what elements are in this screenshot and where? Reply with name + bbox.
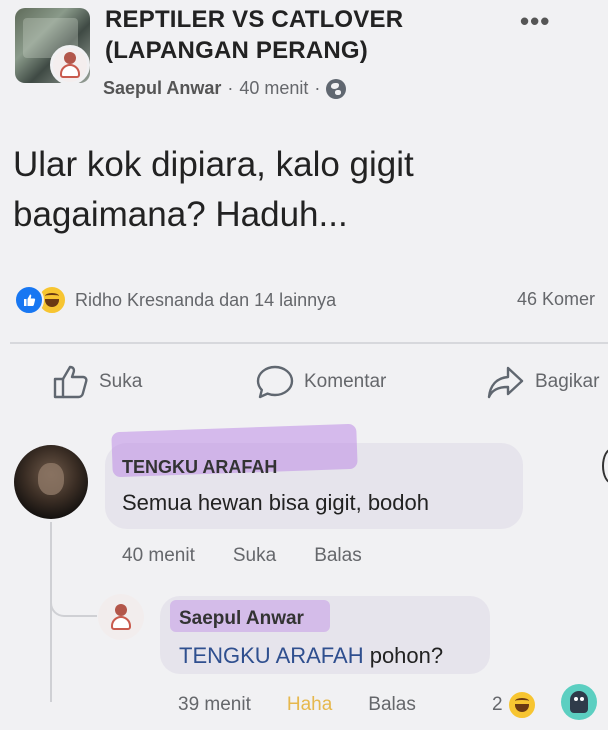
group-name[interactable]: REPTILER VS CATLOVER (LAPANGAN PERANG) xyxy=(105,4,403,66)
thread-line xyxy=(50,522,52,702)
group-name-line1[interactable]: REPTILER VS CATLOVER xyxy=(105,4,403,35)
share-label: Bagikar xyxy=(535,371,600,392)
reply-author-name[interactable]: Saepul Anwar xyxy=(179,608,304,630)
post-meta: Saepul Anwar · 40 menit · xyxy=(103,78,347,99)
thumbs-up-icon xyxy=(53,365,88,399)
reply-text: TENGKU ARAFAH pohon? xyxy=(179,643,443,669)
share-icon xyxy=(487,366,524,399)
haha-icon xyxy=(506,690,537,720)
reply-time[interactable]: 39 menit xyxy=(178,694,251,716)
comment-like-button[interactable]: Suka xyxy=(233,545,276,567)
person-icon xyxy=(108,603,134,631)
comment-text: Semua hewan bisa gigit, bodoh xyxy=(122,490,429,515)
reply-reply-button[interactable]: Balas xyxy=(368,694,416,716)
person-icon xyxy=(57,51,83,79)
post-text: Ular kok dipiara, kalo gigit bagaimana? … xyxy=(13,145,414,234)
reply-text-body: pohon? xyxy=(363,643,444,668)
reaction-names[interactable]: Ridho Kresnanda dan 14 lainnya xyxy=(75,290,336,311)
thread-branch xyxy=(50,580,97,617)
comment-label: Komentar xyxy=(304,371,387,392)
post-time[interactable]: 40 menit xyxy=(239,78,308,99)
like-label: Suka xyxy=(99,371,143,392)
share-button[interactable]: Bagikar xyxy=(486,364,599,400)
reply-actions: 39 menit Haha Balas xyxy=(178,694,416,716)
meta-separator: · xyxy=(227,78,234,98)
commenter-name[interactable]: TENGKU ARAFAH xyxy=(122,457,277,478)
globe-icon xyxy=(326,78,347,99)
edge-circle xyxy=(602,448,608,484)
comment-time[interactable]: 40 menit xyxy=(122,545,195,567)
comment-count[interactable]: 46 Komer xyxy=(517,289,595,310)
reaction-summary[interactable]: Ridho Kresnanda dan 14 lainnya xyxy=(14,285,336,315)
comment-icon xyxy=(256,365,294,399)
like-button[interactable]: Suka xyxy=(52,364,142,400)
comment-button[interactable]: Komentar xyxy=(255,364,386,400)
app-logo-icon xyxy=(561,684,597,720)
reply-reaction-button[interactable]: Haha xyxy=(287,694,332,716)
reply-avatar[interactable] xyxy=(98,594,144,640)
reply-reaction-count-value: 2 xyxy=(492,694,503,715)
meta-separator: · xyxy=(314,78,321,98)
more-options-icon[interactable]: ••• xyxy=(520,6,550,37)
group-name-line2[interactable]: (LAPANGAN PERANG) xyxy=(105,35,403,66)
author-avatar[interactable] xyxy=(50,45,90,85)
like-icon xyxy=(14,285,44,315)
comment-reply-button[interactable]: Balas xyxy=(314,545,362,567)
post-author[interactable]: Saepul Anwar xyxy=(103,78,221,99)
comment-actions: 40 menit Suka Balas xyxy=(122,545,362,567)
mention-link[interactable]: TENGKU ARAFAH xyxy=(179,643,364,668)
reply-reaction-count[interactable]: 2 xyxy=(492,690,537,720)
commenter-avatar[interactable] xyxy=(14,445,88,519)
divider xyxy=(10,342,608,344)
